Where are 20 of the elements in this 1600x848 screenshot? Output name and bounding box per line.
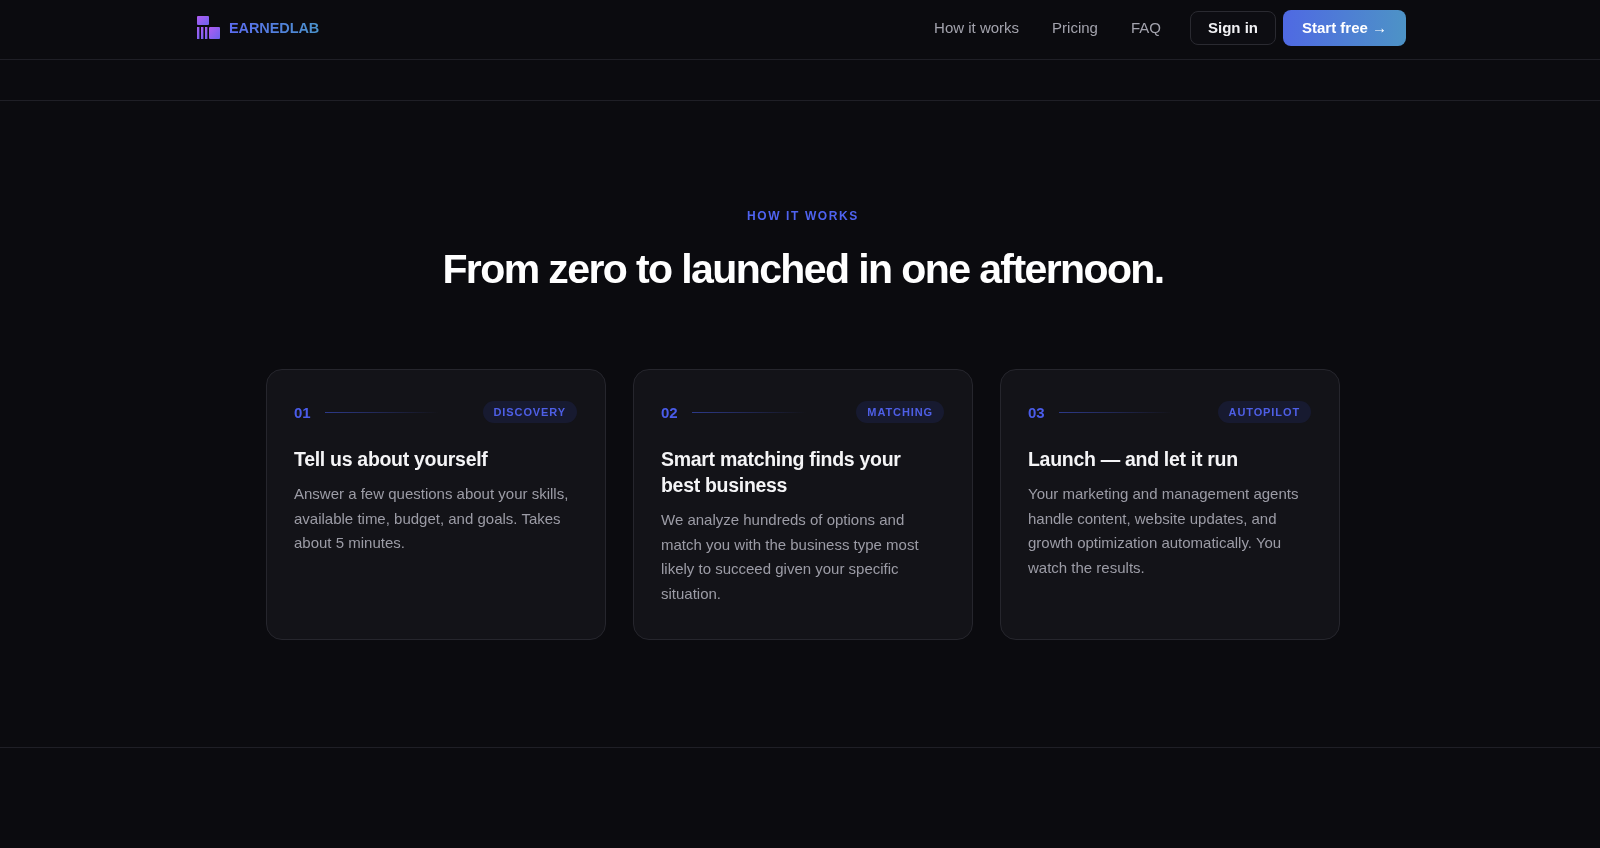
step-title: Launch — and let it run	[1028, 447, 1239, 472]
step-number: 03	[1028, 403, 1045, 421]
step-description: We analyze hundreds of options and match you with the business type most likely to succeed given your specific situation.	[661, 510, 920, 604]
sign-in-button[interactable]: Sign in	[1189, 10, 1276, 45]
start-free-button[interactable]: Start free →	[1282, 9, 1406, 46]
step-tag: MATCHING	[856, 401, 944, 423]
nav-link[interactable]: Pricing	[1052, 19, 1098, 36]
logo-icon	[197, 16, 220, 39]
step-number: 02	[661, 403, 678, 421]
nav-link[interactable]: FAQ	[1130, 19, 1161, 36]
step-description: Your marketing and management agents handle content, website updates, and growth optimization automatically. You watch the results.	[1028, 484, 1300, 578]
step-tag: DISCOVERY	[482, 401, 577, 423]
step-number: 01	[294, 403, 311, 421]
section-label: HOW IT WORKS	[746, 208, 859, 224]
step-title: Tell us about yourself	[294, 447, 489, 472]
step-tag: AUTOPILOT	[1217, 401, 1311, 423]
step-title: Smart matching finds your best business	[661, 447, 902, 498]
section-heading: From zero to launched in one afternoon.	[441, 245, 1164, 294]
step-description: Answer a few questions about your skills, available time, budget, and goals. Takes about 5 minutes.	[294, 484, 570, 553]
nav-link[interactable]: How it works	[934, 19, 1020, 36]
